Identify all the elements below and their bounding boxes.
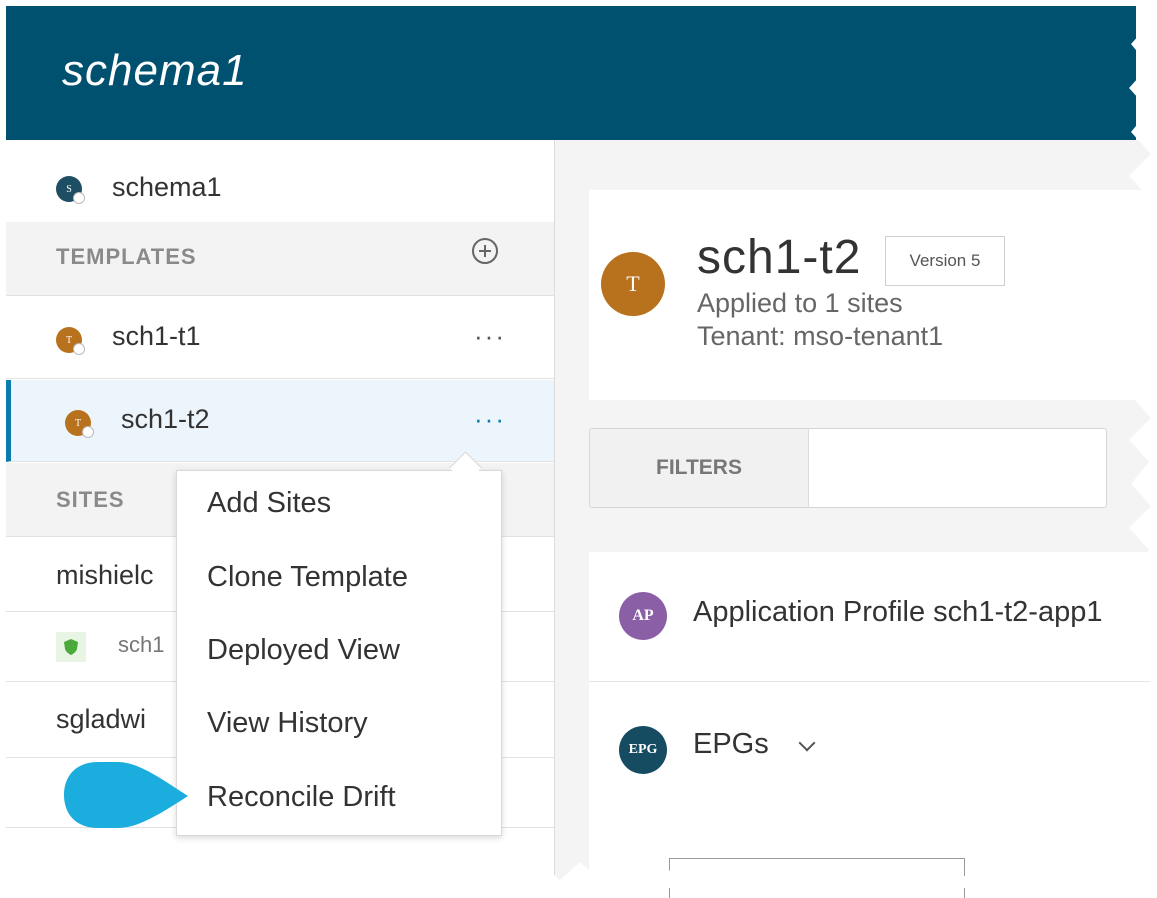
- template-actions-menu: Add Sites Clone Template Deployed View V…: [176, 470, 502, 836]
- callout-pointer-icon: [64, 762, 188, 828]
- torn-edge-bottom: [0, 862, 1157, 888]
- template-icon: T: [65, 410, 94, 438]
- menu-item-clone-template[interactable]: Clone Template: [207, 561, 408, 594]
- sidebar-schema-item[interactable]: S schema1: [6, 162, 554, 222]
- menu-item-view-history[interactable]: View History: [207, 707, 368, 740]
- menu-item-deployed-view[interactable]: Deployed View: [207, 634, 400, 667]
- filters-label: FILTERS: [590, 429, 809, 507]
- version-badge: Version 5: [885, 236, 1005, 286]
- template-tenant: Tenant: mso-tenant1: [697, 321, 944, 351]
- add-template-icon[interactable]: [472, 238, 498, 264]
- template-objects-card: AP Application Profile sch1-t2-app1 EPG …: [589, 552, 1157, 898]
- template-header-card: T sch1-t2 Version 5 Applied to 1 sites T…: [589, 190, 1157, 400]
- menu-item-add-sites[interactable]: Add Sites: [207, 487, 331, 520]
- sidebar-template-label: sch1-t1: [112, 321, 201, 351]
- sidebar-template-label: sch1-t2: [121, 404, 210, 434]
- template-actions-icon[interactable]: ···: [474, 404, 506, 435]
- epgs-row[interactable]: EPG EPGs: [589, 682, 1157, 812]
- menu-item-reconcile-drift[interactable]: Reconcile Drift: [207, 781, 396, 814]
- schema-header: schema1: [6, 6, 1136, 140]
- torn-edge-right: [1129, 0, 1157, 888]
- chevron-down-icon[interactable]: [798, 734, 816, 752]
- templates-section-header: TEMPLATES: [6, 222, 554, 296]
- epgs-label: EPGs: [693, 728, 769, 760]
- sites-section-label: SITES: [56, 487, 125, 512]
- epg-icon: EPG: [619, 726, 667, 774]
- filters-bar: FILTERS: [589, 428, 1107, 508]
- application-profile-row[interactable]: AP Application Profile sch1-t2-app1: [589, 552, 1157, 682]
- template-main-panel: T sch1-t2 Version 5 Applied to 1 sites T…: [555, 140, 1157, 898]
- sidebar-schema-name: schema1: [112, 172, 222, 202]
- sidebar-site-label: sgladwi: [56, 704, 147, 734]
- sidebar-site-template-label: sch1: [118, 632, 165, 657]
- template-avatar: T: [601, 252, 665, 316]
- template-icon: T: [56, 327, 85, 355]
- site-shield-icon: [56, 632, 86, 662]
- sidebar-template-item-selected[interactable]: T sch1-t2 ···: [6, 380, 554, 462]
- sidebar-template-item[interactable]: T sch1-t1 ···: [6, 297, 554, 379]
- template-actions-icon[interactable]: ···: [474, 321, 506, 352]
- application-profile-icon: AP: [619, 592, 667, 640]
- template-name: sch1-t2: [697, 231, 862, 284]
- sidebar-site-label: mishielc: [56, 560, 154, 590]
- schema-title: schema1: [62, 46, 248, 95]
- template-applied-sites: Applied to 1 sites: [697, 288, 903, 318]
- schema-icon: S: [56, 176, 85, 204]
- templates-section-label: TEMPLATES: [56, 244, 197, 269]
- application-profile-label: Application Profile sch1-t2-app1: [693, 596, 1103, 628]
- filters-input[interactable]: [810, 429, 1106, 507]
